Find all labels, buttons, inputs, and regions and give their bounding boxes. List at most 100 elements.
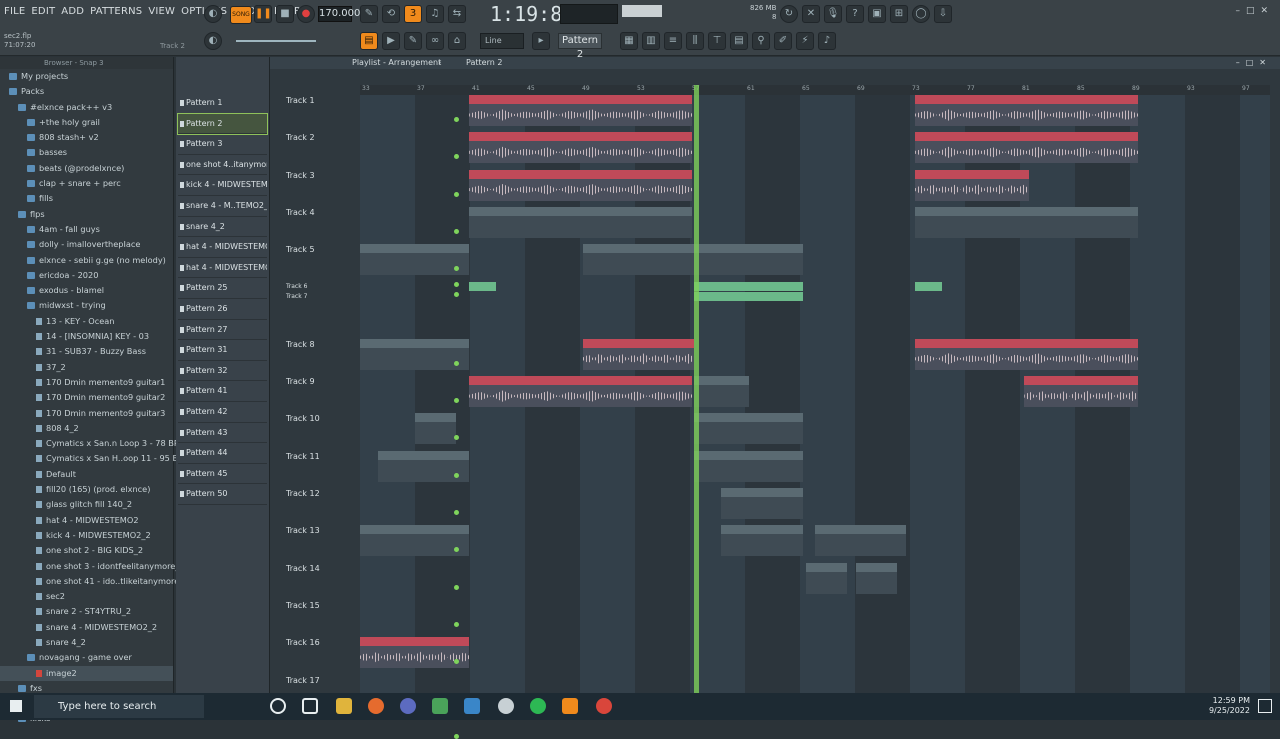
audio-clip[interactable]: Cymatics x San...n Loop 3 - 78 BPM [469, 376, 693, 408]
track-mute-led[interactable] [454, 117, 459, 122]
taskbar-search[interactable]: Type here to search [34, 695, 204, 718]
browser-item[interactable]: ericdoa - 2020 [0, 268, 173, 283]
timeline-ruler[interactable]: 3337414549535761656973778185899397 [360, 85, 1270, 95]
track-name[interactable]: Track 3 [284, 171, 358, 180]
browser-item[interactable]: snare 4_2 [0, 635, 173, 650]
stamp-icon[interactable]: ⌂ [448, 32, 466, 50]
app-green-icon[interactable] [432, 698, 448, 714]
update-icon[interactable]: ↻ [780, 5, 798, 23]
track-name[interactable]: Track 1 [284, 96, 358, 105]
record-icon[interactable]: ● [297, 5, 315, 23]
browser-item[interactable]: 170 Dmin memento9 guitar1 [0, 375, 173, 390]
chrome-icon[interactable] [596, 698, 612, 714]
notification-icon[interactable] [1258, 699, 1272, 713]
save-icon[interactable]: ▣ [868, 5, 886, 23]
pattern-picker-item[interactable]: Pattern 44 [178, 443, 267, 464]
track-name[interactable]: Track 2 [284, 133, 358, 142]
fl-studio-icon[interactable] [562, 698, 578, 714]
pattern-picker-item[interactable]: hat 4 - MIDWESTEMO2 #2 [178, 258, 267, 279]
song-mode-button[interactable]: SONG [230, 6, 252, 24]
pattern-clip[interactable]: Pattern 25 [693, 244, 804, 276]
track-mute-led[interactable] [454, 584, 459, 590]
plug-icon[interactable]: ⚲ [752, 32, 770, 50]
track-mute-led[interactable] [454, 281, 459, 287]
browser-item[interactable]: +the holy grail [0, 115, 173, 130]
task-view-icon[interactable] [302, 698, 318, 714]
browser-item[interactable]: Default [0, 467, 173, 482]
browser-item[interactable]: midwxst - trying [0, 298, 173, 313]
browser-item[interactable]: 170 Dmin memento9 guitar3 [0, 406, 173, 421]
automation-clip[interactable]: 1..me [915, 281, 943, 291]
browser-item[interactable]: snare 4 - MIDWESTEMO2_2 [0, 620, 173, 635]
browser-item[interactable]: Packs [0, 84, 173, 99]
track-mute-led[interactable] [454, 733, 459, 739]
audio-clip[interactable]: 170 Dmin memento9 guitar2 [915, 132, 1139, 164]
browser-item[interactable]: fills [0, 191, 173, 206]
master-volume-slider[interactable] [236, 40, 316, 42]
automation-clip[interactable]: 1..me [469, 281, 497, 291]
help-icon[interactable]: ? [846, 5, 864, 23]
playlist-icon[interactable]: ▤ [360, 32, 378, 50]
tree-icon[interactable]: ⊤ [708, 32, 726, 50]
system-clock[interactable]: 12:59 PM 9/25/2022 [1209, 696, 1250, 716]
menu-file[interactable]: FILE [4, 6, 25, 17]
track-name[interactable]: Track 4 [284, 208, 358, 217]
pattern-picker-item[interactable]: Pattern 32 [178, 361, 267, 382]
track-name[interactable]: Track 16 [284, 638, 358, 647]
pattern-clip[interactable]: hat 4..ESTEMO2 [721, 488, 804, 519]
playlist-window-controls[interactable]: –□✕ [1236, 57, 1272, 69]
browser-item[interactable]: Cymatics x San.n Loop 3 - 78 BPM [0, 436, 186, 451]
pattern-picker-item[interactable]: Pattern 25 [178, 278, 267, 299]
step-seq-icon[interactable]: ≡ [664, 32, 682, 50]
browser-item[interactable]: #elxnce pack++ v3 [0, 100, 173, 115]
microphone-icon[interactable]: 🎙 [824, 5, 842, 23]
browser-item[interactable]: 14 - [INSOMNIA] KEY - 03 [0, 329, 173, 344]
track-mute-led[interactable] [454, 510, 459, 515]
track-area[interactable]: 170 Dmin memento9 guitar1 170 Dmin mement… [360, 95, 1270, 693]
pattern-picker-item[interactable]: Pattern 3 [178, 134, 267, 155]
windows-start-icon[interactable] [10, 700, 22, 712]
track-mute-led[interactable] [454, 291, 459, 297]
audio-clip[interactable]: 170 Dmin memento9 guitar1 [469, 95, 693, 126]
browser-item[interactable]: one shot 3 - idontfeelitanymore_2 [0, 559, 185, 574]
pause-icon[interactable]: ❚❚ [254, 5, 272, 23]
track-name[interactable]: Track 14 [284, 564, 358, 573]
note-icon[interactable]: ♪ [818, 32, 836, 50]
track-name[interactable]: Track 7 [284, 293, 358, 300]
browser-item[interactable]: Cymatics x San H..oop 11 - 95 BPM [0, 451, 190, 466]
main-pitch-knob[interactable]: ◐ [204, 32, 222, 50]
pattern-clip[interactable]: h..#2 [815, 525, 906, 557]
countdown-icon[interactable]: 3 [404, 5, 422, 23]
browser-item[interactable]: 13 - KEY - Ocean [0, 314, 173, 329]
app-blue-icon[interactable] [464, 698, 480, 714]
pin-icon[interactable]: ✐ [774, 32, 792, 50]
pattern-picker-item[interactable]: Pattern 1 [178, 93, 267, 114]
audio-clip[interactable]: 170 Dmin memento9 guitar3 [469, 169, 693, 201]
audio-clip[interactable]: Cymatics x San...oop 11 - 95 BPM [582, 338, 694, 370]
firefox-icon[interactable] [368, 698, 384, 714]
window-controls[interactable]: –□✕ [1235, 6, 1274, 16]
browser-item[interactable]: dolly - imalloverthepIace [0, 237, 173, 252]
browser-item[interactable]: 170 Dmin memento9 guitar2 [0, 390, 173, 405]
chevron-right-icon[interactable]: ▸ [532, 32, 550, 50]
clipboard-icon[interactable]: ▤ [730, 32, 748, 50]
mixer-icon[interactable]: ✕ [802, 5, 820, 23]
browser-item[interactable]: sec2 [0, 589, 173, 604]
pattern-clip[interactable]: one..ymore_2 [693, 376, 749, 408]
track-name[interactable]: Track 8 [284, 340, 358, 349]
arrow-icon[interactable]: ▶ [382, 32, 400, 50]
track-name[interactable]: Track 9 [284, 377, 358, 386]
track-mute-led[interactable] [454, 621, 459, 627]
browser-item[interactable]: flps [0, 207, 173, 222]
audio-clip[interactable]: Cymatics x San...oop 11 - 95 BPM [360, 637, 470, 669]
wait-input-icon[interactable]: ⟲ [382, 5, 400, 23]
pattern-picker-item[interactable]: Pattern 31 [178, 340, 267, 361]
pattern-picker-item[interactable]: Pattern 41 [178, 381, 267, 402]
obs-icon[interactable] [400, 698, 416, 714]
browser-item[interactable]: 37_2 [0, 360, 173, 375]
pattern-picker-item[interactable]: Pattern 2 [177, 112, 268, 136]
browser-item[interactable]: 4am - fall guys [0, 222, 173, 237]
metronome-icon[interactable]: ✎ [360, 5, 378, 23]
master-volume-knob[interactable]: ◐ [204, 5, 222, 23]
menu-add[interactable]: ADD [61, 6, 84, 17]
